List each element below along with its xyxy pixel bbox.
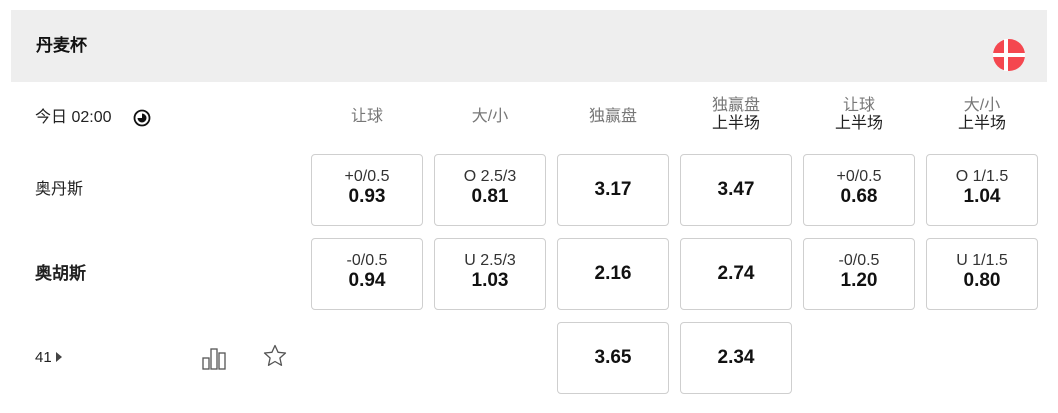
column-header-label: 让球 (350, 108, 383, 125)
clock-icon (133, 109, 151, 127)
column-header-sublabel: 上半场 (957, 115, 1006, 132)
column-header-handicap: 让球 (311, 108, 423, 126)
odds-line: +0/0.5 (836, 168, 882, 185)
match-time: 今日 02:00 (35, 109, 112, 126)
odds-value: 3.17 (594, 179, 632, 200)
odds-cell-away-over-under[interactable]: U 2.5/3 1.03 (434, 238, 546, 310)
odds-value: 3.47 (717, 179, 755, 200)
odds-line: -0/0.5 (838, 252, 880, 269)
more-markets-count: 41 (35, 349, 52, 366)
odds-cell-away-handicap[interactable]: -0/0.5 0.94 (311, 238, 423, 310)
odds-cell-away-1x2[interactable]: 2.16 (557, 238, 669, 310)
odds-value: 1.20 (840, 270, 878, 291)
more-markets-link[interactable]: 41 (35, 348, 62, 368)
odds-cell-draw-1x2[interactable]: 3.65 (557, 322, 669, 394)
odds-line: O 1/1.5 (955, 168, 1009, 185)
column-header-label: 大/小 (963, 97, 1001, 114)
odds-cell-home-1x2[interactable]: 3.17 (557, 154, 669, 226)
column-header-1x2: 独赢盘 (557, 108, 669, 126)
column-header-handicap-first-half: 让球 上半场 (803, 97, 915, 133)
odds-cell-away-over-under-first-half[interactable]: U 1/1.5 0.80 (926, 238, 1038, 310)
denmark-flag-icon (993, 39, 1025, 71)
league-title: 丹麦杯 (36, 36, 87, 55)
column-header-sublabel: 上半场 (834, 115, 883, 132)
odds-value: 0.94 (348, 270, 386, 291)
odds-line: O 2.5/3 (463, 168, 517, 185)
odds-cell-draw-1x2-first-half[interactable]: 2.34 (680, 322, 792, 394)
odds-line: +0/0.5 (344, 168, 390, 185)
odds-cell-away-1x2-first-half[interactable]: 2.74 (680, 238, 792, 310)
away-team-name: 奥胡斯 (35, 264, 86, 283)
star-outline-icon[interactable] (262, 343, 288, 369)
column-header-label: 独赢盘 (588, 108, 637, 125)
odds-value: 0.80 (963, 270, 1001, 291)
column-header-label: 大/小 (471, 108, 509, 125)
odds-value: 0.93 (348, 186, 386, 207)
caret-right-icon (55, 352, 62, 362)
odds-value: 1.03 (471, 270, 509, 291)
column-header-over-under-first-half: 大/小 上半场 (926, 97, 1038, 133)
odds-cell-home-handicap[interactable]: +0/0.5 0.93 (311, 154, 423, 226)
odds-cell-away-handicap-first-half[interactable]: -0/0.5 1.20 (803, 238, 915, 310)
odds-value: 2.74 (717, 263, 755, 284)
column-header-over-under: 大/小 (434, 108, 546, 126)
odds-line: -0/0.5 (346, 252, 388, 269)
odds-value: 3.65 (594, 347, 632, 368)
odds-value: 2.16 (594, 263, 632, 284)
home-team-name: 奥丹斯 (35, 181, 84, 198)
odds-value: 0.81 (471, 186, 509, 207)
odds-value: 0.68 (840, 186, 878, 207)
column-header-1x2-first-half: 独赢盘 上半场 (680, 97, 792, 133)
odds-cell-home-over-under[interactable]: O 2.5/3 0.81 (434, 154, 546, 226)
match-card: 丹麦杯 今日 02:00 让球 大/小 独赢盘 独赢盘 上半场 让球 上半场 大… (0, 0, 1058, 413)
odds-line: U 2.5/3 (464, 252, 516, 269)
odds-line: U 1/1.5 (956, 252, 1008, 269)
odds-value: 1.04 (963, 186, 1001, 207)
column-header-label: 独赢盘 (711, 97, 760, 114)
odds-cell-home-over-under-first-half[interactable]: O 1/1.5 1.04 (926, 154, 1038, 226)
odds-value: 2.34 (717, 347, 755, 368)
odds-cell-home-1x2-first-half[interactable]: 3.47 (680, 154, 792, 226)
column-header-label: 让球 (842, 97, 875, 114)
bar-chart-icon[interactable] (199, 343, 229, 373)
odds-cell-home-handicap-first-half[interactable]: +0/0.5 0.68 (803, 154, 915, 226)
league-header: 丹麦杯 (11, 10, 1047, 82)
column-header-sublabel: 上半场 (711, 115, 760, 132)
